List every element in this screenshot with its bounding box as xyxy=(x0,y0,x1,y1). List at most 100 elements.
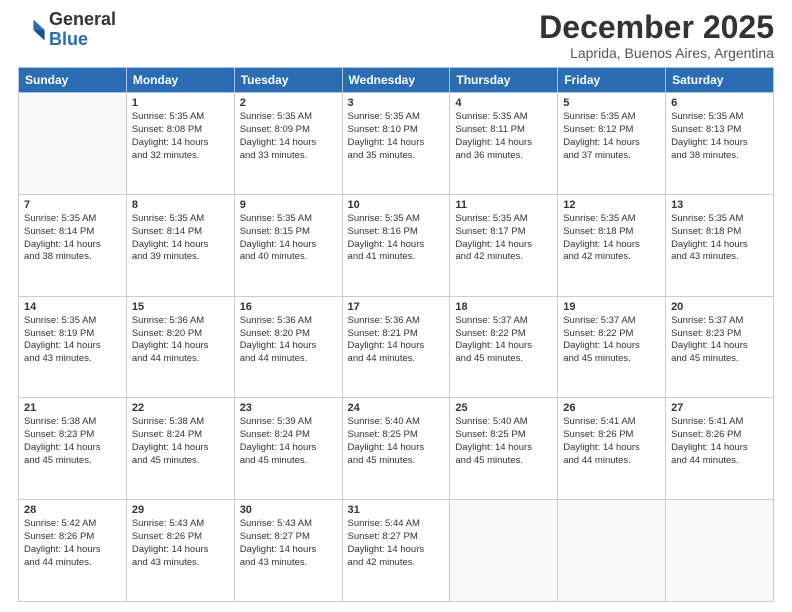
calendar-cell: 12Sunrise: 5:35 AMSunset: 8:18 PMDayligh… xyxy=(558,194,666,296)
calendar-cell: 28Sunrise: 5:42 AMSunset: 8:26 PMDayligh… xyxy=(19,500,127,602)
daylight-extra-text: and 45 minutes. xyxy=(348,455,445,468)
sunrise-text: Sunrise: 5:35 AM xyxy=(348,213,445,226)
sunset-text: Sunset: 8:18 PM xyxy=(671,226,768,239)
sunset-text: Sunset: 8:19 PM xyxy=(24,328,121,341)
sunset-text: Sunset: 8:26 PM xyxy=(671,429,768,442)
daylight-extra-text: and 37 minutes. xyxy=(563,150,660,163)
daylight-text: Daylight: 14 hours xyxy=(348,544,445,557)
weekday-header: Saturday xyxy=(666,68,774,93)
daylight-extra-text: and 45 minutes. xyxy=(240,455,337,468)
daylight-text: Daylight: 14 hours xyxy=(455,442,552,455)
sunrise-text: Sunrise: 5:35 AM xyxy=(348,111,445,124)
calendar-cell: 29Sunrise: 5:43 AMSunset: 8:26 PMDayligh… xyxy=(126,500,234,602)
daylight-text: Daylight: 14 hours xyxy=(132,239,229,252)
daylight-extra-text: and 39 minutes. xyxy=(132,251,229,264)
sunrise-text: Sunrise: 5:35 AM xyxy=(563,111,660,124)
sunset-text: Sunset: 8:21 PM xyxy=(348,328,445,341)
calendar-cell: 6Sunrise: 5:35 AMSunset: 8:13 PMDaylight… xyxy=(666,93,774,195)
calendar-cell: 21Sunrise: 5:38 AMSunset: 8:23 PMDayligh… xyxy=(19,398,127,500)
sunrise-text: Sunrise: 5:40 AM xyxy=(348,416,445,429)
day-number: 7 xyxy=(24,199,121,211)
day-number: 15 xyxy=(132,301,229,313)
sunset-text: Sunset: 8:20 PM xyxy=(132,328,229,341)
sunset-text: Sunset: 8:14 PM xyxy=(24,226,121,239)
daylight-extra-text: and 42 minutes. xyxy=(348,557,445,570)
daylight-text: Daylight: 14 hours xyxy=(563,239,660,252)
calendar-page: General Blue December 2025 Laprida, Buen… xyxy=(0,0,792,612)
calendar-cell: 17Sunrise: 5:36 AMSunset: 8:21 PMDayligh… xyxy=(342,296,450,398)
sunrise-text: Sunrise: 5:37 AM xyxy=(671,315,768,328)
weekday-header: Thursday xyxy=(450,68,558,93)
calendar-cell: 14Sunrise: 5:35 AMSunset: 8:19 PMDayligh… xyxy=(19,296,127,398)
daylight-text: Daylight: 14 hours xyxy=(563,442,660,455)
sunset-text: Sunset: 8:08 PM xyxy=(132,124,229,137)
day-number: 24 xyxy=(348,402,445,414)
sunset-text: Sunset: 8:27 PM xyxy=(348,531,445,544)
daylight-extra-text: and 32 minutes. xyxy=(132,150,229,163)
day-number: 2 xyxy=(240,97,337,109)
daylight-extra-text: and 45 minutes. xyxy=(455,455,552,468)
daylight-text: Daylight: 14 hours xyxy=(24,340,121,353)
calendar-cell: 26Sunrise: 5:41 AMSunset: 8:26 PMDayligh… xyxy=(558,398,666,500)
daylight-extra-text: and 45 minutes. xyxy=(132,455,229,468)
daylight-text: Daylight: 14 hours xyxy=(348,137,445,150)
day-number: 21 xyxy=(24,402,121,414)
sunset-text: Sunset: 8:26 PM xyxy=(24,531,121,544)
sunrise-text: Sunrise: 5:41 AM xyxy=(671,416,768,429)
calendar-week-row: 1Sunrise: 5:35 AMSunset: 8:08 PMDaylight… xyxy=(19,93,774,195)
daylight-text: Daylight: 14 hours xyxy=(240,442,337,455)
daylight-extra-text: and 43 minutes. xyxy=(240,557,337,570)
sunrise-text: Sunrise: 5:44 AM xyxy=(348,518,445,531)
daylight-extra-text: and 44 minutes. xyxy=(132,353,229,366)
calendar-cell: 27 Sunrise: 5:41 AMSunset: 8:26 PMDayligh… xyxy=(666,398,774,500)
sunrise-text: Sunrise: 5:36 AM xyxy=(132,315,229,328)
sunset-text: Sunset: 8:23 PM xyxy=(24,429,121,442)
daylight-extra-text: and 43 minutes. xyxy=(24,353,121,366)
location: Laprida, Buenos Aires, Argentina xyxy=(539,45,774,61)
daylight-extra-text: and 42 minutes. xyxy=(455,251,552,264)
sunset-text: Sunset: 8:26 PM xyxy=(563,429,660,442)
sunrise-text: Sunrise: 5:36 AM xyxy=(348,315,445,328)
sunset-text: Sunset: 8:27 PM xyxy=(240,531,337,544)
daylight-text: Daylight: 14 hours xyxy=(455,340,552,353)
sunset-text: Sunset: 8:11 PM xyxy=(455,124,552,137)
sunset-text: Sunset: 8:09 PM xyxy=(240,124,337,137)
daylight-text: Daylight: 14 hours xyxy=(132,544,229,557)
day-number: 27 xyxy=(671,402,768,414)
daylight-extra-text: and 44 minutes. xyxy=(240,353,337,366)
daylight-extra-text: and 38 minutes. xyxy=(671,150,768,163)
day-number: 23 xyxy=(240,402,337,414)
calendar-week-row: 14Sunrise: 5:35 AMSunset: 8:19 PMDayligh… xyxy=(19,296,774,398)
logo-general: General xyxy=(49,9,116,29)
sunrise-text: Sunrise: 5:38 AM xyxy=(132,416,229,429)
daylight-text: Daylight: 14 hours xyxy=(240,340,337,353)
sunset-text: Sunset: 8:24 PM xyxy=(240,429,337,442)
sunrise-text: Sunrise: 5:35 AM xyxy=(671,111,768,124)
calendar-cell: 3Sunrise: 5:35 AMSunset: 8:10 PMDaylight… xyxy=(342,93,450,195)
day-number: 10 xyxy=(348,199,445,211)
sunrise-text: Sunrise: 5:42 AM xyxy=(24,518,121,531)
sunset-text: Sunset: 8:18 PM xyxy=(563,226,660,239)
daylight-text: Daylight: 14 hours xyxy=(24,239,121,252)
day-number: 8 xyxy=(132,199,229,211)
daylight-extra-text: and 44 minutes. xyxy=(671,455,768,468)
sunset-text: Sunset: 8:22 PM xyxy=(455,328,552,341)
daylight-text: Daylight: 14 hours xyxy=(348,442,445,455)
calendar-cell xyxy=(666,500,774,602)
daylight-extra-text: and 44 minutes. xyxy=(348,353,445,366)
daylight-text: Daylight: 14 hours xyxy=(671,442,768,455)
calendar-cell: 4Sunrise: 5:35 AMSunset: 8:11 PMDaylight… xyxy=(450,93,558,195)
sunset-text: Sunset: 8:10 PM xyxy=(348,124,445,137)
sunrise-text: Sunrise: 5:41 AM xyxy=(563,416,660,429)
sunset-text: Sunset: 8:13 PM xyxy=(671,124,768,137)
daylight-extra-text: and 38 minutes. xyxy=(24,251,121,264)
daylight-extra-text: and 45 minutes. xyxy=(563,353,660,366)
calendar-week-row: 21 Sunrise: 5:38 AM Sunset: 8:23 PM Dayligh… xyxy=(19,398,774,500)
sunset-text: Sunset: 8:12 PM xyxy=(563,124,660,137)
day-number: 9 xyxy=(240,199,337,211)
calendar-cell: 15Sunrise: 5:36 AMSunset: 8:20 PMDayligh… xyxy=(126,296,234,398)
sunset-text: Sunset: 8:17 PM xyxy=(455,226,552,239)
calendar-cell: 7Sunrise: 5:35 AMSunset: 8:14 PMDaylight… xyxy=(19,194,127,296)
day-number: 22 xyxy=(132,402,229,414)
sunset-text: Sunset: 8:26 PM xyxy=(132,531,229,544)
